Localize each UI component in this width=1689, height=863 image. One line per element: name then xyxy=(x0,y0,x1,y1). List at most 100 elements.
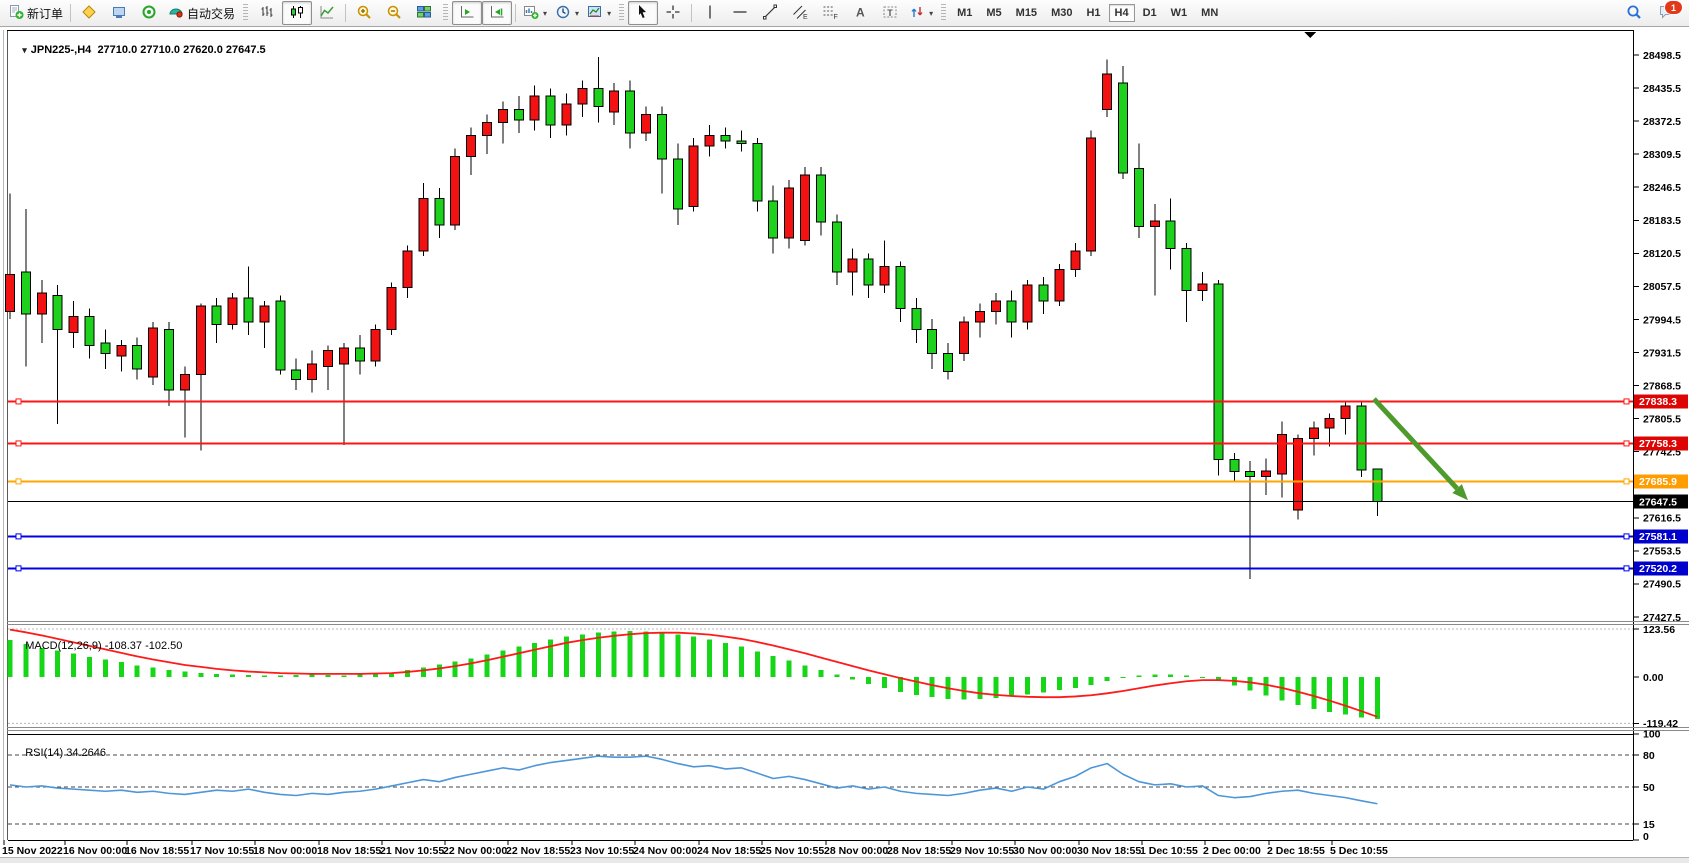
time-axis-label: 22 Nov 00:00 xyxy=(443,845,507,857)
line-handle[interactable] xyxy=(16,441,21,446)
price-axis-label: 27994.5 xyxy=(1643,314,1681,326)
tile-windows-icon xyxy=(416,4,432,23)
template-button[interactable]: ▾ xyxy=(583,1,615,25)
macd-histogram-bar xyxy=(1073,677,1078,688)
timeframe-button-h4[interactable]: H4 xyxy=(1109,4,1135,22)
navigator-button[interactable] xyxy=(104,1,134,25)
candle xyxy=(1262,458,1271,495)
candles-button[interactable] xyxy=(282,1,312,25)
line-handle[interactable] xyxy=(16,566,21,571)
chart-canvas[interactable]: 28498.528435.528372.528309.528246.528183… xyxy=(0,28,1689,857)
line-handle[interactable] xyxy=(1624,479,1629,484)
line-handle[interactable] xyxy=(16,399,21,404)
candle xyxy=(419,183,428,256)
line-handle[interactable] xyxy=(1624,566,1629,571)
period-clock-button[interactable]: ▾ xyxy=(551,1,583,25)
candle xyxy=(37,280,46,343)
candle xyxy=(324,345,333,390)
new-order-button[interactable]: 新订单 xyxy=(4,1,67,25)
zoom-out-button[interactable] xyxy=(379,1,409,25)
candle xyxy=(673,143,682,224)
channel-button[interactable]: E xyxy=(785,1,815,25)
timeframe-button-m15[interactable]: M15 xyxy=(1010,4,1043,22)
cursor-icon xyxy=(635,4,651,23)
toolbar-separator xyxy=(70,4,71,22)
hline-button[interactable] xyxy=(725,1,755,25)
line-handle[interactable] xyxy=(16,534,21,539)
new-chart-button[interactable]: ▾ xyxy=(519,1,551,25)
auto-scroll-button[interactable] xyxy=(452,1,482,25)
candle xyxy=(133,338,142,380)
community-button[interactable] xyxy=(134,1,164,25)
toolbar-grip[interactable] xyxy=(243,4,248,22)
trend-arrow-object[interactable] xyxy=(1374,399,1468,500)
timeframe-button-mn[interactable]: MN xyxy=(1195,4,1224,22)
fibonacci-button[interactable]: F xyxy=(815,1,845,25)
candles-layer xyxy=(6,57,1382,579)
vline-button[interactable] xyxy=(695,1,725,25)
candle xyxy=(1134,143,1143,237)
macd-histogram-bar xyxy=(8,640,13,677)
line-handle[interactable] xyxy=(1624,534,1629,539)
horizontal-line-object[interactable] xyxy=(8,441,1633,446)
arrows-button[interactable]: ▾ xyxy=(905,1,937,25)
bars-button[interactable] xyxy=(252,1,282,25)
vline-icon xyxy=(702,4,718,23)
macd-histogram-bar xyxy=(803,665,808,677)
time-axis-label: 16 Nov 00:00 xyxy=(63,845,127,857)
chart-shift-marker[interactable] xyxy=(1304,32,1316,38)
new-order-label: 新订单 xyxy=(27,5,63,22)
candle xyxy=(785,180,794,248)
macd-histogram-bar xyxy=(882,677,887,688)
toolbar-grip[interactable] xyxy=(941,4,946,22)
horizontal-line-object[interactable] xyxy=(8,534,1633,539)
axis-layer[interactable]: 28498.528435.528372.528309.528246.528183… xyxy=(2,50,1688,857)
time-axis[interactable]: 15 Nov 202216 Nov 00:0016 Nov 18:5517 No… xyxy=(2,840,1388,857)
autotrading-button[interactable]: 自动交易 xyxy=(164,1,239,25)
timeframe-button-h1[interactable]: H1 xyxy=(1080,4,1106,22)
candle xyxy=(21,209,30,366)
tile-windows-button[interactable] xyxy=(409,1,439,25)
cursor-button[interactable] xyxy=(628,1,658,25)
navigator-icon xyxy=(111,4,127,23)
drawing-objects-layer[interactable] xyxy=(8,399,1633,571)
chat-button[interactable]: 1 xyxy=(1655,2,1679,24)
macd-histogram-bar xyxy=(707,640,712,677)
price-axis-label: 28057.5 xyxy=(1643,281,1681,293)
svg-text:27758.3: 27758.3 xyxy=(1639,438,1677,450)
line-handle[interactable] xyxy=(1624,441,1629,446)
timeframe-button-m5[interactable]: M5 xyxy=(980,4,1007,22)
line-handle[interactable] xyxy=(16,479,21,484)
price-axis-label: 27490.5 xyxy=(1643,579,1681,591)
zoom-in-button[interactable] xyxy=(349,1,379,25)
timeframe-button-d1[interactable]: D1 xyxy=(1137,4,1163,22)
trendline-button[interactable] xyxy=(755,1,785,25)
horizontal-line-object[interactable] xyxy=(8,399,1633,404)
search-button[interactable] xyxy=(1619,1,1649,25)
timeframe-button-w1[interactable]: W1 xyxy=(1165,4,1194,22)
macd-histogram-bar xyxy=(516,647,521,677)
line-handle[interactable] xyxy=(1624,399,1629,404)
svg-text:F: F xyxy=(834,14,838,20)
timeframe-button-m30[interactable]: M30 xyxy=(1045,4,1078,22)
candle xyxy=(546,88,555,138)
data-window-button[interactable] xyxy=(74,1,104,25)
text-button[interactable]: A xyxy=(845,1,875,25)
label-button[interactable]: T xyxy=(875,1,905,25)
text-icon: A xyxy=(852,4,868,23)
toolbar-grip[interactable] xyxy=(443,4,448,22)
candle xyxy=(594,57,603,123)
chart-shift-button[interactable] xyxy=(482,1,512,25)
crosshair-icon xyxy=(665,4,681,23)
price-axis-label: 28435.5 xyxy=(1643,83,1681,95)
timeframe-button-m1[interactable]: M1 xyxy=(951,4,978,22)
toolbar-grip[interactable] xyxy=(619,4,624,22)
horizontal-line-object[interactable] xyxy=(8,566,1633,571)
macd-histogram-bar xyxy=(739,647,744,677)
crosshair-button[interactable] xyxy=(658,1,688,25)
line-chart-button[interactable] xyxy=(312,1,342,25)
macd-histogram-bar xyxy=(1343,677,1348,715)
horizontal-line-object[interactable] xyxy=(8,479,1633,484)
macd-histogram-bar xyxy=(135,665,140,677)
macd-histogram-bar xyxy=(278,675,283,677)
